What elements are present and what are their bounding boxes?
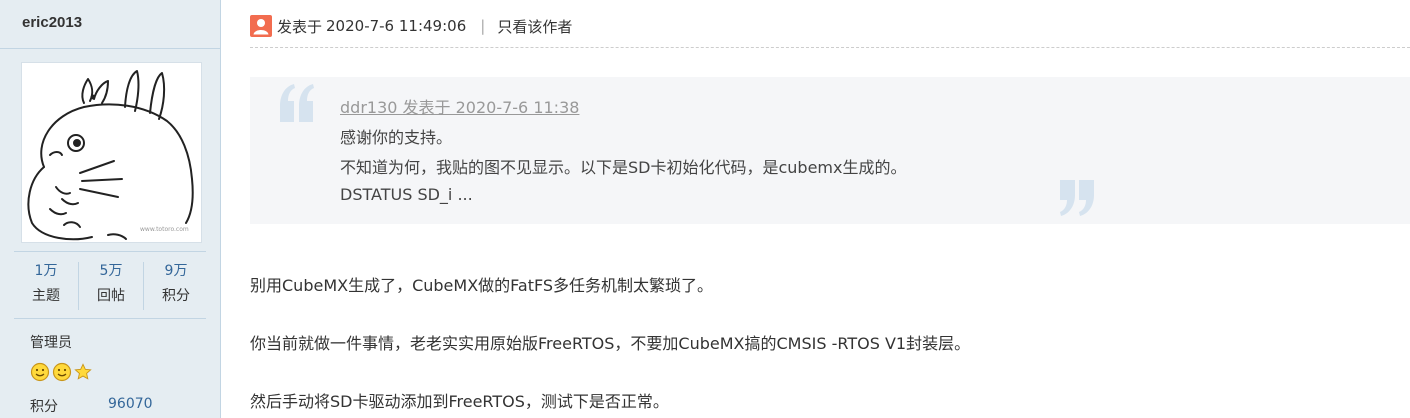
totoro-avatar-drawing: www.totoro.com	[27, 70, 194, 241]
sidebar-divider	[0, 48, 220, 49]
smiley-medal-icon[interactable]	[52, 362, 72, 382]
svg-text:www.totoro.com: www.totoro.com	[140, 226, 189, 233]
stat-threads-value: 1万	[34, 263, 58, 279]
post-body-paragraph: 你当前就做一件事情，老老实实用原始版FreeRTOS，不要加CubeMX搞的CM…	[250, 334, 971, 353]
only-view-author-link[interactable]: 只看该作者	[497, 16, 572, 37]
quote-text-line: 不知道为何，我贴的图不见显示。以下是SD卡初始化代码，是cubemx生成的。	[340, 158, 907, 177]
post-meta-header: 发表于 2020-7-6 11:49:06 | 只看该作者	[250, 14, 572, 38]
medal-row	[30, 362, 92, 382]
header-divider	[250, 47, 1410, 48]
author-sidebar: eric2013 www.totoro.com 1万 主题 5万 回帖 9万 积…	[0, 0, 221, 418]
stat-replies-value: 5万	[99, 263, 123, 279]
stat-replies[interactable]: 5万 回帖	[79, 258, 143, 308]
credit-label: 积分	[30, 399, 58, 415]
posted-prefix: 发表于	[277, 17, 323, 36]
stat-threads[interactable]: 1万 主题	[14, 258, 78, 308]
author-username-link[interactable]: eric2013	[22, 14, 82, 31]
post-date: 2020-7-6 11:49:06	[326, 17, 467, 35]
post-body-paragraph: 然后手动将SD卡驱动添加到FreeRTOS，测试下是否正常。	[250, 392, 669, 411]
quoted-author-link[interactable]: ddr130 发表于 2020-7-6 11:38	[340, 94, 579, 118]
header-separator: |	[480, 17, 486, 35]
credit-value-link[interactable]: 96070	[108, 396, 153, 412]
stat-threads-label: 主题	[32, 288, 60, 304]
stat-replies-label: 回帖	[97, 288, 125, 304]
avatar[interactable]: www.totoro.com	[22, 63, 201, 242]
star-medal-icon[interactable]	[74, 363, 92, 381]
open-quote-icon	[280, 84, 314, 122]
stat-credits-label: 积分	[162, 288, 190, 304]
user-group-link[interactable]: 管理员	[30, 332, 72, 352]
post-body-paragraph: 别用CubeMX生成了，CubeMX做的FatFS多任务机制太繁琐了。	[250, 276, 714, 295]
sidebar-divider	[14, 318, 206, 319]
quote-text-line: DSTATUS SD_i ...	[340, 185, 473, 204]
stat-credits[interactable]: 9万 积分	[144, 258, 208, 308]
stat-credits-value: 9万	[164, 263, 188, 279]
sidebar-divider	[14, 251, 206, 252]
author-online-icon	[250, 15, 272, 37]
close-quote-icon	[1060, 180, 1094, 216]
quote-text-line: 感谢你的支持。	[340, 128, 453, 147]
smiley-medal-icon[interactable]	[30, 362, 50, 382]
